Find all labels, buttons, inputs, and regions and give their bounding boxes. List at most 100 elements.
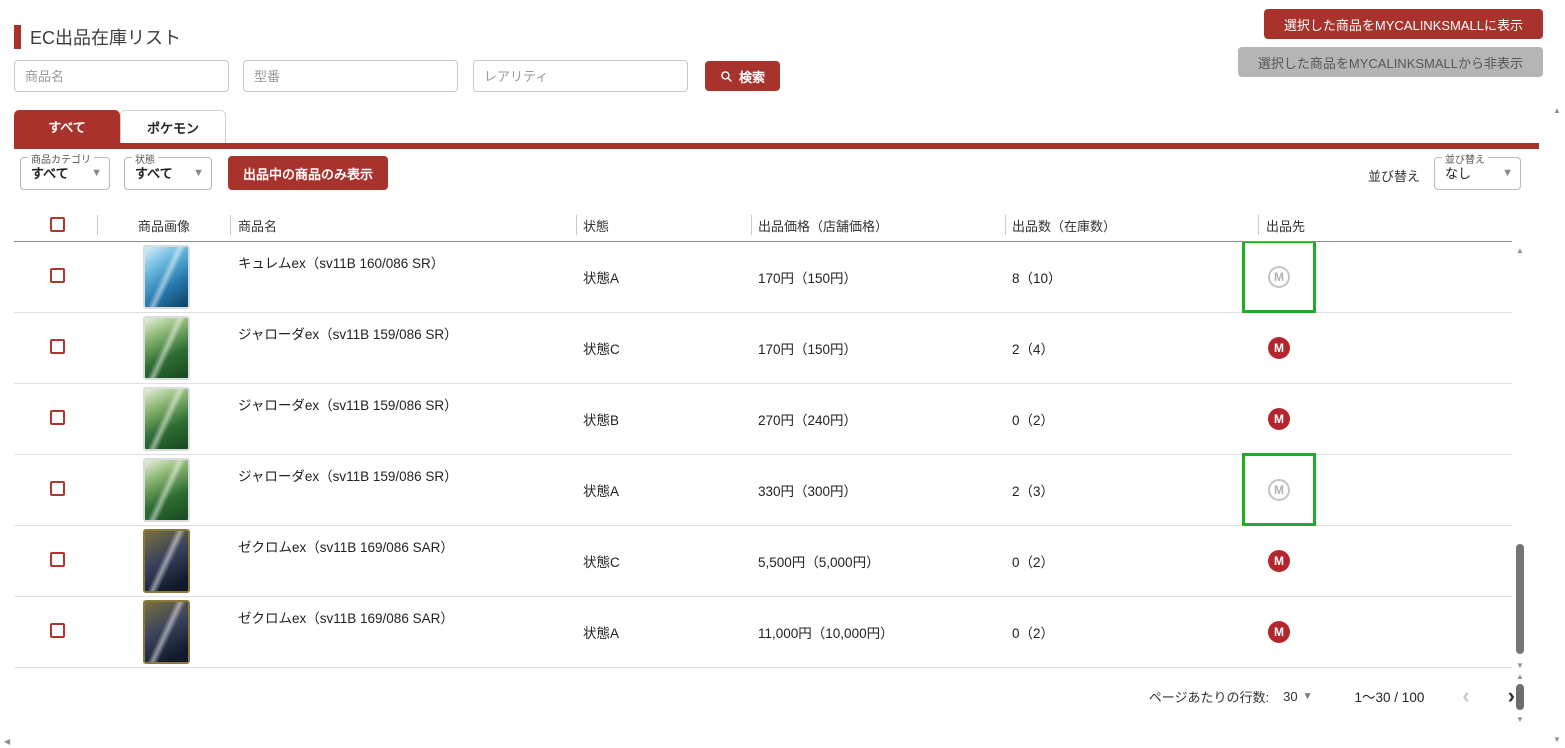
mycalinksmall-destination-icon[interactable]: M [1268, 337, 1290, 359]
table-body: キュレムex（sv11B 160/086 SR） 状態A 170円（150円） … [14, 242, 1512, 678]
column-header-destination: 出品先 [1266, 208, 1305, 242]
search-button-label: 検索 [739, 67, 765, 86]
price-value: 5,500円（5,000円） [758, 526, 880, 596]
rows-per-page-label: ページあたりの行数: [1149, 687, 1269, 706]
product-name: ジャローダex（sv11B 159/086 SR） [238, 465, 458, 485]
table-row: ゼクロムex（sv11B 169/086 SAR） 状態C 5,500円（5,0… [14, 526, 1512, 597]
rows-per-page-value[interactable]: 30 [1283, 689, 1297, 704]
category-select[interactable]: 商品カテゴリ すべて ▼ [20, 157, 110, 190]
rarity-input[interactable] [473, 60, 688, 92]
page-title-row: EC出品在庫リスト [14, 24, 181, 50]
mycalinksmall-destination-icon[interactable]: M [1268, 621, 1290, 643]
scroll-down-icon[interactable]: ▼ [1514, 715, 1526, 724]
column-header-condition: 状態 [583, 208, 609, 242]
sort-caption: 並び替え [1368, 166, 1420, 185]
model-number-input[interactable] [243, 60, 458, 92]
condition-value: 状態A [583, 455, 619, 525]
condition-select-value: すべて [135, 158, 173, 189]
row-checkbox[interactable] [50, 410, 65, 425]
card-thumbnail-image[interactable] [143, 529, 190, 593]
pagination: ページあたりの行数: 30 ▼ 1〜30 / 100 ‹ › [1149, 680, 1515, 712]
scrollbar-thumb[interactable] [1516, 684, 1524, 710]
condition-value: 状態C [583, 526, 620, 596]
scroll-up-icon[interactable]: ▲ [1514, 246, 1526, 255]
mycalinksmall-destination-icon[interactable]: M [1268, 479, 1290, 501]
card-thumbnail-image[interactable] [143, 316, 190, 380]
price-value: 170円（150円） [758, 242, 857, 312]
price-value: 11,000円（10,000円） [758, 597, 894, 667]
scroll-up-icon[interactable]: ▲ [1514, 672, 1526, 681]
price-value: 170円（150円） [758, 313, 857, 383]
table-row: ジャローダex（sv11B 159/086 SR） 状態A 330円（300円）… [14, 455, 1512, 526]
table-row: キュレムex（sv11B 160/086 SR） 状態A 170円（150円） … [14, 242, 1512, 313]
hide-from-mycalinksmall-button[interactable]: 選択した商品をMYCALINKSMALLから非表示 [1238, 47, 1543, 77]
product-name: ジャローダex（sv11B 159/086 SR） [238, 323, 458, 343]
product-name: キュレムex（sv11B 160/086 SR） [238, 252, 444, 272]
condition-value: 状態A [583, 597, 619, 667]
chevron-down-icon: ▼ [193, 167, 204, 179]
quantity-value: 8（10） [1012, 242, 1062, 312]
product-name: ジャローダex（sv11B 159/086 SR） [238, 394, 458, 414]
price-value: 270円（240円） [758, 384, 857, 454]
panel-vertical-scrollbar[interactable]: ▲ ▼ [1514, 672, 1526, 724]
row-checkbox[interactable] [50, 623, 65, 638]
product-name-input[interactable] [14, 60, 229, 92]
table-row: ジャローダex（sv11B 159/086 SR） 状態B 270円（240円）… [14, 384, 1512, 455]
quantity-value: 2（4） [1012, 313, 1054, 383]
select-all-checkbox[interactable] [50, 217, 65, 232]
condition-select[interactable]: 状態 すべて ▼ [124, 157, 212, 190]
previous-page-button[interactable]: ‹ [1462, 685, 1469, 707]
tab-pokemon[interactable]: ポケモン [120, 110, 226, 143]
column-header-image: 商品画像 [138, 208, 190, 242]
scroll-down-icon[interactable]: ▼ [1514, 661, 1526, 670]
pagination-range: 1〜30 / 100 [1355, 686, 1425, 706]
category-select-value: すべて [31, 158, 69, 189]
chevron-down-icon[interactable]: ▼ [1303, 691, 1313, 702]
table-row: ゼクロムex（sv11B 169/086 SAR） 状態A 11,000円（10… [14, 597, 1512, 668]
sort-select-value: なし [1445, 158, 1471, 189]
mycalinksmall-destination-icon[interactable]: M [1268, 266, 1290, 288]
column-header-price: 出品価格（店舗価格） [758, 208, 888, 242]
table-row: ジャローダex（sv11B 159/086 SR） 状態C 170円（150円）… [14, 313, 1512, 384]
quantity-value: 2（3） [1012, 455, 1054, 525]
card-thumbnail-image[interactable] [143, 387, 190, 451]
tab-underline-bar [14, 143, 1539, 149]
table-header: 商品画像 商品名 状態 出品価格（店舗価格） 出品数（在庫数） 出品先 [14, 208, 1512, 242]
quantity-value: 0（2） [1012, 526, 1054, 596]
listed-only-button[interactable]: 出品中の商品のみ表示 [228, 156, 388, 190]
row-checkbox[interactable] [50, 268, 65, 283]
outer-vertical-scrollbar[interactable]: ▲ ▼ [1551, 106, 1564, 744]
row-checkbox[interactable] [50, 481, 65, 496]
scroll-up-icon[interactable]: ▲ [1551, 106, 1563, 115]
chevron-down-icon: ▼ [1502, 167, 1513, 179]
column-header-name: 商品名 [238, 208, 277, 242]
mycalinksmall-destination-icon[interactable]: M [1268, 408, 1290, 430]
ec-inventory-page: EC出品在庫リスト 選択した商品をMYCALINKSMALLに表示 選択した商品… [0, 0, 1565, 748]
column-header-quantity: 出品数（在庫数） [1012, 208, 1116, 242]
card-thumbnail-image[interactable] [143, 245, 190, 309]
show-on-mycalinksmall-button[interactable]: 選択した商品をMYCALINKSMALLに表示 [1264, 9, 1543, 39]
scrollbar-thumb[interactable] [1516, 544, 1524, 654]
table-vertical-scrollbar[interactable]: ▲ ▼ [1514, 246, 1526, 670]
sort-select[interactable]: 並び替え なし ▼ [1434, 157, 1521, 190]
chevron-down-icon: ▼ [91, 167, 102, 179]
row-checkbox[interactable] [50, 552, 65, 567]
quantity-value: 0（2） [1012, 384, 1054, 454]
quantity-value: 0（2） [1012, 597, 1054, 667]
card-thumbnail-image[interactable] [143, 600, 190, 664]
card-thumbnail-image[interactable] [143, 458, 190, 522]
condition-value: 状態A [583, 242, 619, 312]
product-name: ゼクロムex（sv11B 169/086 SAR） [238, 536, 454, 556]
product-name: ゼクロムex（sv11B 169/086 SAR） [238, 607, 454, 627]
row-checkbox[interactable] [50, 339, 65, 354]
title-accent-bar [14, 25, 21, 49]
search-button[interactable]: 検索 [705, 61, 780, 91]
price-value: 330円（300円） [758, 455, 857, 525]
scroll-left-icon[interactable]: ◀ [4, 737, 10, 746]
tab-all[interactable]: すべて [14, 110, 120, 143]
search-icon [720, 70, 733, 83]
condition-value: 状態B [583, 384, 619, 454]
page-title: EC出品在庫リスト [30, 24, 181, 50]
scroll-down-icon[interactable]: ▼ [1551, 735, 1563, 744]
mycalinksmall-destination-icon[interactable]: M [1268, 550, 1290, 572]
